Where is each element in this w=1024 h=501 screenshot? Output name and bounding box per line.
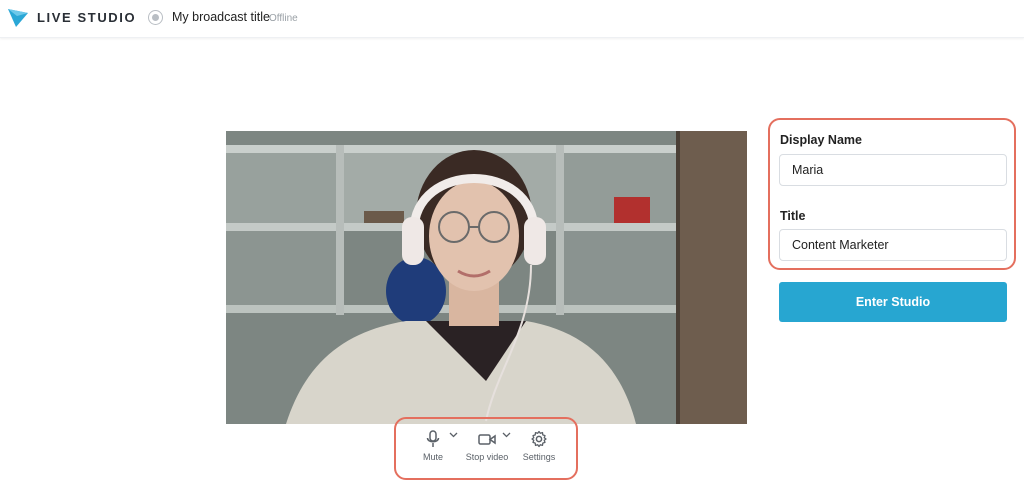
chevron-down-icon[interactable] — [449, 432, 458, 438]
title-label: Title — [780, 209, 806, 223]
chevron-down-icon[interactable] — [502, 432, 511, 438]
broadcast-title[interactable]: My broadcast title — [172, 10, 270, 24]
camera-preview — [226, 131, 747, 424]
broadcast-status: Offline — [269, 13, 298, 24]
mute-button[interactable]: Mute — [417, 430, 449, 462]
gear-icon — [531, 430, 547, 448]
stop-video-label: Stop video — [465, 452, 509, 462]
display-name-label: Display Name — [780, 133, 862, 147]
top-bar: LIVE STUDIO My broadcast title Offline — [0, 0, 1024, 38]
settings-label: Settings — [522, 452, 556, 462]
live-studio-logo-icon — [8, 9, 28, 27]
video-camera-icon — [478, 434, 496, 445]
settings-button[interactable]: Settings — [519, 430, 559, 462]
mute-label: Mute — [422, 452, 443, 462]
title-input[interactable] — [779, 229, 1007, 261]
status-dot-icon — [148, 10, 163, 25]
display-name-input[interactable] — [779, 154, 1007, 186]
enter-studio-button[interactable]: Enter Studio — [779, 282, 1007, 322]
brand-name: LIVE STUDIO — [37, 10, 137, 25]
camera-preview-image — [226, 131, 747, 424]
microphone-icon — [426, 430, 440, 447]
